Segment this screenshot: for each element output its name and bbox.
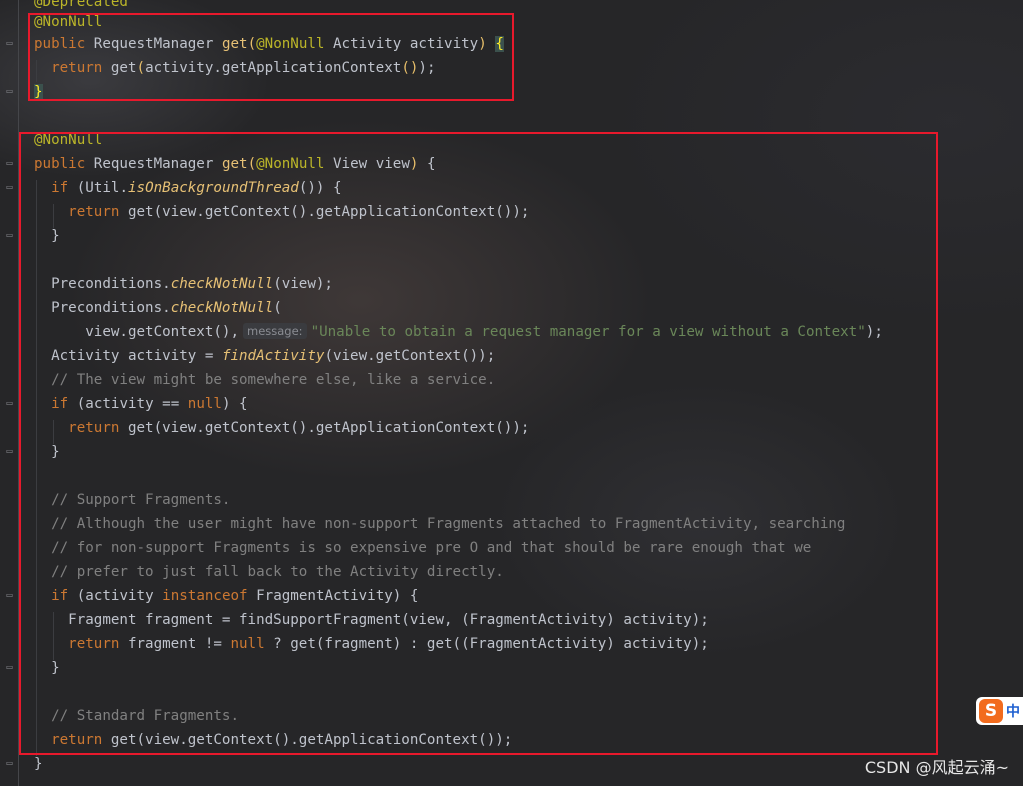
highlight-box	[28, 13, 514, 101]
ime-mode-label[interactable]: 中	[1006, 701, 1020, 721]
fold-icon[interactable]: ▭	[5, 182, 14, 194]
fold-icon[interactable]: ▭	[5, 446, 14, 458]
fold-icon[interactable]: ▭	[5, 158, 14, 170]
code-editor[interactable]: ▭ ▭ ▭ ▭ ▭ ▭ ▭ ▭ ▭ ▭ @Deprecated @NonNull…	[0, 0, 1023, 786]
brace: }	[34, 756, 43, 772]
fold-icon[interactable]: ▭	[5, 38, 14, 50]
highlight-box	[19, 132, 938, 755]
ime-toolbar[interactable]: S 中	[976, 697, 1023, 725]
fold-icon[interactable]: ▭	[5, 590, 14, 602]
fold-icon[interactable]: ▭	[5, 662, 14, 674]
fold-icon[interactable]: ▭	[5, 398, 14, 410]
sogou-logo-icon: S	[979, 699, 1003, 723]
fold-icon[interactable]: ▭	[5, 86, 14, 98]
code-line[interactable]: }	[34, 752, 43, 776]
annotation: @Deprecated	[34, 0, 128, 10]
watermark: CSDN @风起云涌~	[864, 758, 1009, 777]
fold-icon[interactable]: ▭	[5, 758, 14, 770]
fold-icon[interactable]: ▭	[5, 230, 14, 242]
